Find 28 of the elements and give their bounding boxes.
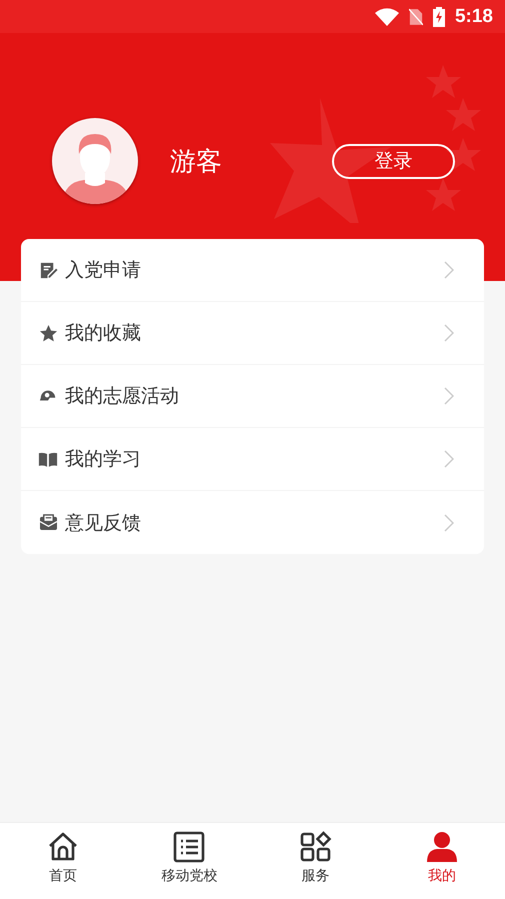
menu-item[interactable]: 我的学习 [21, 428, 484, 491]
user-name: 游客 [170, 146, 223, 178]
nav-tab[interactable]: 移动党校 [126, 823, 252, 899]
login-button[interactable]: 登录 [332, 144, 455, 178]
chevron-icon [444, 387, 454, 405]
wifi-icon [374, 8, 399, 26]
mail-icon [38, 514, 58, 531]
chevron-icon [444, 514, 454, 532]
chevron-icon [444, 261, 454, 279]
home-icon [47, 831, 80, 863]
nav-tab[interactable]: 我的 [378, 823, 505, 899]
nav-tab[interactable]: 服务 [252, 823, 379, 899]
person-icon [426, 831, 458, 863]
battery-icon [432, 6, 445, 26]
edit-icon [38, 260, 58, 280]
no-sim-icon [408, 8, 423, 26]
menu-item[interactable]: 意见反馈 [21, 491, 484, 554]
apps-icon [300, 831, 332, 863]
menu-item[interactable]: 我的收藏 [21, 302, 484, 365]
clock: 5:18 [454, 6, 493, 28]
list-icon [173, 831, 206, 863]
star-icon [38, 324, 58, 342]
chevron-icon [444, 324, 454, 342]
menu-item[interactable]: 我的志愿活动 [21, 365, 484, 428]
menu-item[interactable]: 入党申请 [21, 239, 484, 302]
chevron-icon [444, 450, 454, 468]
book-icon [38, 450, 58, 468]
nav-tab[interactable]: 首页 [0, 823, 126, 899]
